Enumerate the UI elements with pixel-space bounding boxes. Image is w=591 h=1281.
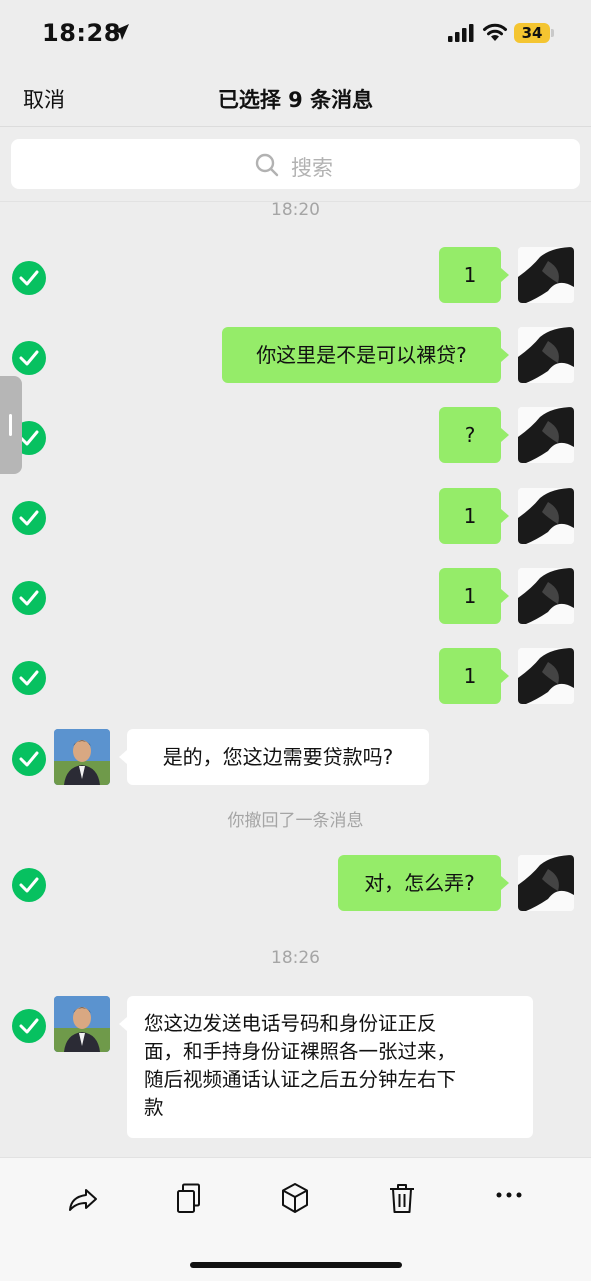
select-checkbox[interactable] — [12, 868, 46, 902]
select-checkbox[interactable] — [12, 661, 46, 695]
timestamp: 18:26 — [271, 948, 320, 968]
page-title: 已选择 9 条消息 — [217, 88, 374, 112]
bubble-tail — [501, 428, 509, 442]
bubble-tail — [501, 348, 509, 362]
status-time: 18:28 — [42, 19, 121, 47]
share-icon[interactable] — [60, 1178, 104, 1218]
avatar[interactable] — [54, 996, 110, 1052]
message-text: 1 — [463, 664, 477, 688]
bubble-tail — [501, 669, 509, 683]
message-line: 您这边发送电话号码和身份证正反 — [144, 1012, 437, 1035]
timestamp: 18:20 — [271, 200, 320, 220]
avatar[interactable] — [518, 407, 574, 463]
select-checkbox[interactable] — [12, 261, 46, 295]
avatar[interactable] — [518, 247, 574, 303]
message-line: 款 — [144, 1096, 164, 1119]
avatar[interactable] — [518, 327, 574, 383]
location-arrow-icon — [113, 24, 129, 40]
message-text: 对，怎么弄? — [364, 871, 475, 895]
avatar[interactable] — [518, 568, 574, 624]
message-bubble[interactable]: 1 — [439, 568, 501, 624]
message-bubble[interactable]: 是的，您这边需要贷款吗? — [127, 729, 429, 785]
battery-icon: 34 — [514, 23, 550, 43]
message-bubble[interactable]: ? — [439, 407, 501, 463]
more-icon[interactable] — [487, 1178, 531, 1218]
search-icon — [255, 153, 279, 177]
battery-nub — [551, 29, 554, 37]
status-bar: 18:28 34 — [0, 0, 591, 66]
wifi-icon — [483, 23, 507, 41]
nav-bar: 取消 已选择 9 条消息 — [0, 66, 591, 127]
copy-icon[interactable] — [166, 1178, 210, 1218]
box-icon[interactable] — [273, 1178, 317, 1218]
message-bubble[interactable]: 您这边发送电话号码和身份证正反 面，和手持身份证裸照各一张过来， 随后视频通话认… — [127, 996, 533, 1138]
select-checkbox[interactable] — [12, 1009, 46, 1043]
message-text: ? — [464, 423, 476, 447]
trash-icon[interactable] — [380, 1178, 424, 1218]
avatar[interactable] — [54, 729, 110, 785]
message-line: 面，和手持身份证裸照各一张过来， — [144, 1040, 457, 1063]
avatar[interactable] — [518, 855, 574, 911]
message-text: 1 — [463, 263, 477, 287]
message-line: 随后视频通话认证之后五分钟左右下 — [144, 1068, 457, 1091]
recall-notice: 你撤回了一条消息 — [227, 811, 364, 831]
message-bubble[interactable]: 对，怎么弄? — [338, 855, 501, 911]
select-checkbox[interactable] — [12, 742, 46, 776]
search-placeholder: 搜索 — [291, 156, 333, 180]
message-text: 你这里是不是可以裸贷? — [256, 343, 467, 367]
cellular-signal-icon — [448, 24, 474, 42]
select-checkbox[interactable] — [12, 501, 46, 535]
side-drag-handle[interactable] — [0, 376, 22, 474]
message-text: 1 — [463, 584, 477, 608]
message-bubble[interactable]: 1 — [439, 247, 501, 303]
bubble-tail — [119, 1017, 127, 1031]
message-text: 1 — [463, 504, 477, 528]
bubble-tail — [119, 750, 127, 764]
select-checkbox[interactable] — [12, 341, 46, 375]
avatar[interactable] — [518, 488, 574, 544]
message-text: 是的，您这边需要贷款吗? — [162, 745, 394, 769]
home-indicator — [190, 1262, 402, 1268]
bubble-tail — [501, 589, 509, 603]
message-bubble[interactable]: 1 — [439, 488, 501, 544]
bubble-tail — [501, 268, 509, 282]
message-bubble[interactable]: 你这里是不是可以裸贷? — [222, 327, 501, 383]
bubble-tail — [501, 876, 509, 890]
avatar[interactable] — [518, 648, 574, 704]
bubble-tail — [501, 509, 509, 523]
message-bubble[interactable]: 1 — [439, 648, 501, 704]
select-checkbox[interactable] — [12, 581, 46, 615]
